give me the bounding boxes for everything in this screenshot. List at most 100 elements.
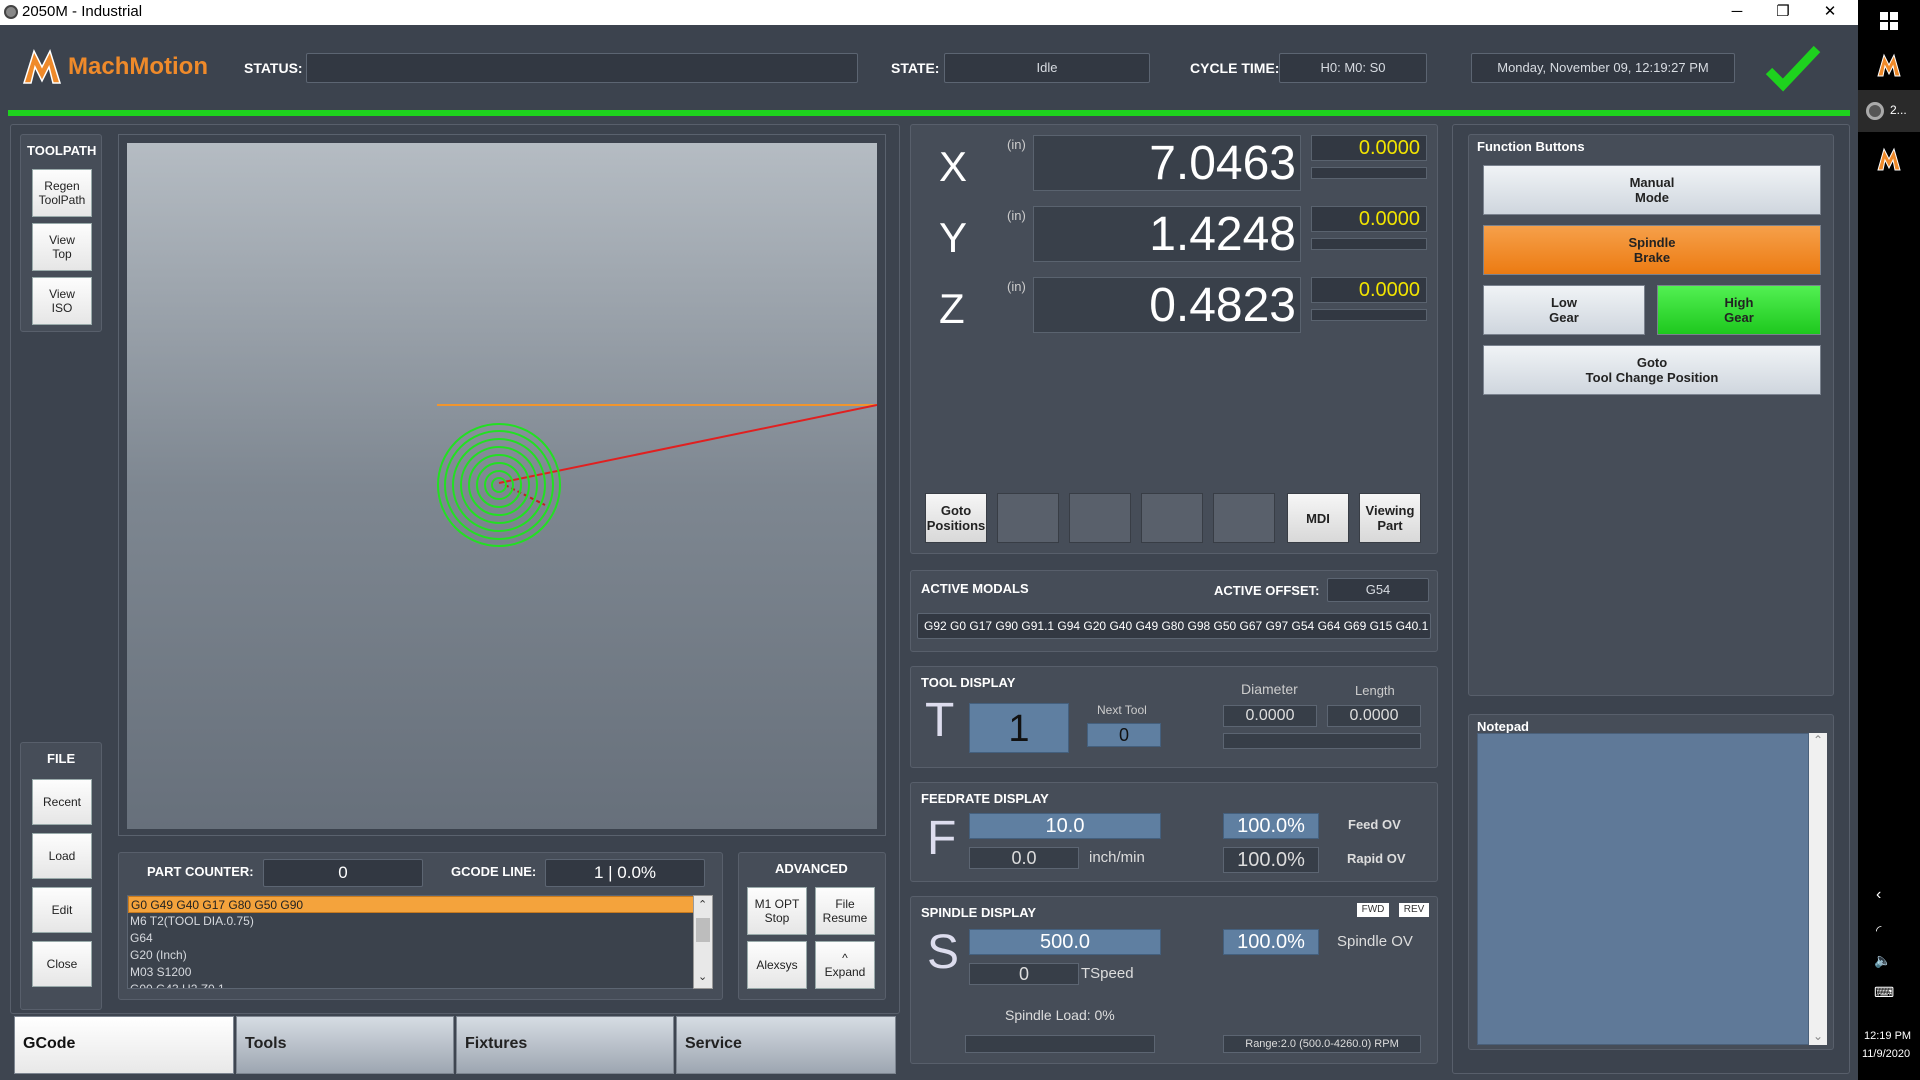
gcode-line[interactable]: G0 G49 G40 G17 G80 G50 G90 <box>128 896 694 913</box>
file-resume-button[interactable]: File Resume <box>815 887 875 935</box>
diameter-label: Diameter <box>1241 681 1298 697</box>
tab-tools[interactable]: Tools <box>236 1016 454 1074</box>
axis-x-bar <box>1311 167 1427 179</box>
advanced-panel: ADVANCED M1 OPT Stop File Resume Alexsys… <box>738 852 886 1000</box>
feedrate-title: FEEDRATE DISPLAY <box>921 791 1049 806</box>
alexsys-button[interactable]: Alexsys <box>747 941 807 989</box>
gcode-scrollbar[interactable]: ⌃ ⌄ <box>693 895 713 989</box>
blank-button-2[interactable] <box>1069 493 1131 543</box>
tspeed-label: TSpeed <box>1081 965 1134 982</box>
low-gear-button[interactable]: Low Gear <box>1483 285 1645 335</box>
gcode-line[interactable]: G00 G43 H2 Z0.1 <box>128 981 694 988</box>
keyboard-icon[interactable]: ⌨ <box>1874 984 1894 1001</box>
blank-button-1[interactable] <box>997 493 1059 543</box>
gcode-line[interactable]: G64 <box>128 930 694 947</box>
tab-gcode[interactable]: GCode <box>14 1016 234 1074</box>
axis-z-letter: Z <box>939 285 965 332</box>
notepad-panel: Notepad ⌃ ⌄ <box>1468 714 1834 1050</box>
toolpath-view[interactable] <box>127 143 877 829</box>
toolpath-panel: TOOLPATH Regen ToolPath View Top View IS… <box>20 134 102 332</box>
wifi-icon[interactable]: ◜ <box>1876 922 1881 939</box>
edit-button[interactable]: Edit <box>32 887 92 933</box>
load-button[interactable]: Load <box>32 833 92 879</box>
status-strip <box>8 110 1850 116</box>
scroll-up-icon[interactable]: ⌃ <box>698 898 707 911</box>
gcode-list[interactable]: G0 G49 G40 G17 G80 G50 G90 M6 T2(TOOL DIA… <box>127 895 695 989</box>
modals-panel: ACTIVE MODALS ACTIVE OFFSET: G54 G92 G0 … <box>910 570 1438 652</box>
close-button[interactable]: ✕ <box>1810 0 1850 25</box>
length-label: Length <box>1355 683 1395 698</box>
datetime-display: Monday, November 09, 12:19:27 PM <box>1471 53 1735 83</box>
close-file-button[interactable]: Close <box>32 941 92 987</box>
taskbar-app-item[interactable]: 2... <box>1858 90 1920 132</box>
tool-number: 1 <box>969 703 1069 753</box>
axis-z-offset[interactable]: 0.0000 <box>1311 277 1427 303</box>
expand-button[interactable]: ^ Expand <box>815 941 875 989</box>
toolpath-title: TOOLPATH <box>27 143 97 158</box>
function-buttons-title: Function Buttons <box>1477 139 1585 154</box>
scroll-thumb[interactable] <box>696 918 710 942</box>
scroll-down-icon[interactable]: ⌄ <box>698 970 707 983</box>
tab-service[interactable]: Service <box>676 1016 896 1074</box>
clock-date[interactable]: 11/9/2020 <box>1862 1048 1910 1060</box>
axis-z-bar <box>1311 309 1427 321</box>
recent-button[interactable]: Recent <box>32 779 92 825</box>
status-field <box>306 53 858 83</box>
machmotion-taskbar-icon-2[interactable] <box>1876 146 1902 172</box>
blank-button-3[interactable] <box>1141 493 1203 543</box>
axis-z-position[interactable]: 0.4823 <box>1033 277 1301 333</box>
m1-opt-stop-button[interactable]: M1 OPT Stop <box>747 887 807 935</box>
spindle-panel: SPINDLE DISPLAY FWD REV S 500.0 0 TSpeed… <box>910 896 1438 1064</box>
manual-mode-button[interactable]: Manual Mode <box>1483 165 1821 215</box>
notepad-title: Notepad <box>1477 719 1529 734</box>
volume-muted-icon[interactable]: 🔈 <box>1874 952 1891 969</box>
dro-panel: X (in) 7.0463 0.0000 Y (in) 1.4248 0.000… <box>910 124 1438 554</box>
viewing-part-button[interactable]: Viewing Part <box>1359 493 1421 543</box>
gcode-line[interactable]: G20 (Inch) <box>128 947 694 964</box>
spindle-override[interactable]: 100.0% <box>1223 929 1319 955</box>
clock-time[interactable]: 12:19 PM <box>1864 1030 1911 1042</box>
toolpath-drawing <box>437 404 877 547</box>
spindle-brake-button[interactable]: Spindle Brake <box>1483 225 1821 275</box>
goto-positions-button[interactable]: Goto Positions <box>925 493 987 543</box>
windows-start-icon[interactable] <box>1880 12 1898 30</box>
axis-y-offset[interactable]: 0.0000 <box>1311 206 1427 232</box>
goto-tool-change-button[interactable]: Goto Tool Change Position <box>1483 345 1821 395</box>
notepad-textarea[interactable] <box>1477 733 1809 1045</box>
taskbar-app-label: 2... <box>1890 103 1907 117</box>
part-counter-label: PART COUNTER: <box>147 864 254 879</box>
tab-fixtures[interactable]: Fixtures <box>456 1016 674 1074</box>
gcode-line[interactable]: M6 T2(TOOL DIA.0.75) <box>128 913 694 930</box>
high-gear-button[interactable]: High Gear <box>1657 285 1821 335</box>
view-iso-button[interactable]: View ISO <box>32 277 92 325</box>
feed-override[interactable]: 100.0% <box>1223 813 1319 839</box>
spindle-load-bar <box>965 1035 1155 1053</box>
notepad-scroll-down-icon[interactable]: ⌄ <box>1813 1029 1823 1043</box>
gcode-line[interactable]: M03 S1200 <box>128 964 694 981</box>
app-icon <box>4 5 18 19</box>
modals-title: ACTIVE MODALS <box>921 581 1029 596</box>
axis-y-position[interactable]: 1.4248 <box>1033 206 1301 262</box>
gcode-line-field: 1 | 0.0% <box>545 859 705 887</box>
mdi-button[interactable]: MDI <box>1287 493 1349 543</box>
restore-button[interactable]: ❐ <box>1763 0 1803 25</box>
axis-x-position[interactable]: 7.0463 <box>1033 135 1301 191</box>
axis-y-unit: (in) <box>1007 208 1026 223</box>
tray-expand-icon[interactable]: ‹ <box>1876 886 1881 904</box>
axis-x-unit: (in) <box>1007 137 1026 152</box>
modal-codes: G92 G0 G17 G90 G91.1 G94 G20 G40 G49 G80… <box>917 613 1431 639</box>
blank-button-4[interactable] <box>1213 493 1275 543</box>
spindle-actual: 0 <box>969 963 1079 985</box>
view-top-button[interactable]: View Top <box>32 223 92 271</box>
regen-toolpath-button[interactable]: Regen ToolPath <box>32 169 92 217</box>
notepad-scrollbar[interactable]: ⌃ ⌄ <box>1809 733 1827 1045</box>
spindle-fwd-indicator: FWD <box>1357 903 1389 917</box>
cycle-time-field: H0: M0: S0 <box>1279 53 1427 83</box>
feed-actual: 0.0 <box>969 847 1079 869</box>
notepad-scroll-up-icon[interactable]: ⌃ <box>1813 733 1823 747</box>
machmotion-taskbar-icon[interactable] <box>1876 52 1902 78</box>
axis-x-offset[interactable]: 0.0000 <box>1311 135 1427 161</box>
rapid-override[interactable]: 100.0% <box>1223 847 1319 873</box>
minimize-button[interactable]: ─ <box>1717 0 1757 25</box>
axis-y-bar <box>1311 238 1427 250</box>
